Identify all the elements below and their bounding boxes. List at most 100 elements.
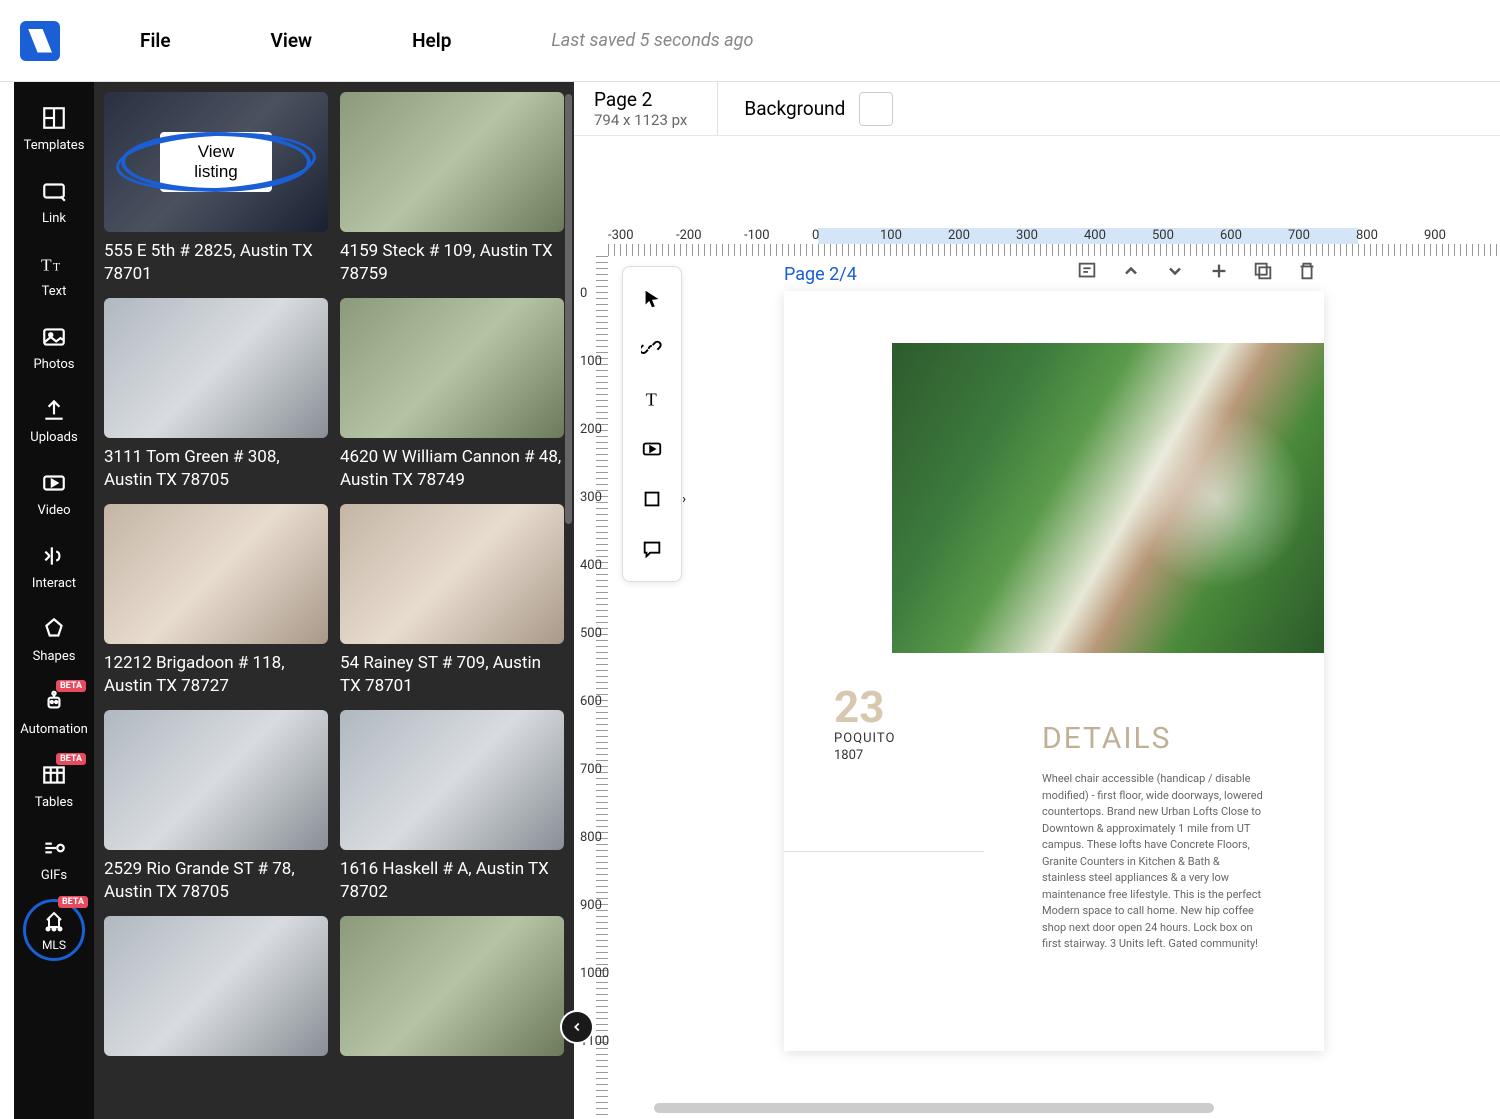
menu-view[interactable]: View: [271, 29, 313, 52]
ruler-label: 0: [580, 286, 587, 301]
details-heading[interactable]: DETAILS: [1042, 721, 1171, 756]
move-down-icon[interactable]: [1162, 258, 1188, 284]
menu-help[interactable]: Help: [412, 29, 451, 52]
page-indicator[interactable]: Page 2/4: [784, 264, 857, 285]
link-icon: [40, 177, 68, 205]
address-number[interactable]: 23: [834, 681, 885, 733]
page-toolbar: [1074, 258, 1320, 284]
chevron-right-icon: ›: [682, 492, 686, 507]
listing-address: 555 E 5th # 2825, Austin TX 78701: [104, 240, 328, 286]
listing-thumbnail[interactable]: [104, 710, 328, 850]
last-saved-label: Last saved 5 seconds ago: [551, 30, 753, 51]
rail-tables[interactable]: BETA Tables: [14, 749, 94, 822]
scrollbar[interactable]: [565, 94, 572, 524]
listing-thumbnail[interactable]: [340, 92, 564, 232]
rail-link[interactable]: Link: [14, 165, 94, 238]
ruler-label: 300: [1016, 228, 1038, 243]
listing-thumbnail[interactable]: [340, 298, 564, 438]
ruler-label: 200: [948, 228, 970, 243]
listing-card[interactable]: 1616 Haskell # A, Austin TX 78702: [340, 710, 564, 904]
rail-automation[interactable]: BETA Automation: [14, 676, 94, 749]
rail-text[interactable]: TT Text: [14, 238, 94, 311]
page-canvas[interactable]: 23 POQUITO 1807 DETAILS Wheel chair acce…: [784, 291, 1324, 1051]
svg-text:T: T: [53, 260, 61, 274]
listing-card[interactable]: [340, 916, 564, 1064]
listing-thumbnail[interactable]: View listing: [104, 92, 328, 232]
video-icon: [40, 469, 68, 497]
rail-gifs[interactable]: GIFs: [14, 822, 94, 895]
listing-card[interactable]: [104, 916, 328, 1064]
background-swatch[interactable]: [859, 92, 893, 126]
view-listing-button[interactable]: View listing: [160, 132, 272, 192]
address-unit[interactable]: 1807: [834, 748, 863, 763]
ruler-label: 500: [1152, 228, 1174, 243]
collapse-panel-button[interactable]: [560, 1010, 594, 1044]
menubar: File View Help Last saved 5 seconds ago: [0, 0, 1500, 82]
link-tool[interactable]: [630, 327, 674, 371]
listing-thumbnail[interactable]: [340, 504, 564, 644]
vertical-ruler: 010020030040050060070080090010001100: [580, 256, 608, 1119]
horizontal-ruler: -300-200-1000100200300400500600700800900: [608, 228, 1500, 256]
listing-address: 12212 Brigadoon # 118, Austin TX 78727: [104, 652, 328, 698]
photos-icon: [40, 323, 68, 351]
tables-icon: [40, 761, 68, 789]
ruler-label: 200: [580, 422, 602, 437]
notes-icon[interactable]: [1074, 258, 1100, 284]
rail-templates[interactable]: Templates: [14, 92, 94, 165]
address-street[interactable]: POQUITO: [834, 731, 895, 746]
upload-icon: [40, 396, 68, 424]
svg-text:T: T: [646, 389, 657, 409]
hero-image[interactable]: [892, 343, 1324, 653]
automation-icon: [40, 688, 68, 716]
rail-shapes[interactable]: Shapes: [14, 603, 94, 676]
listing-thumbnail[interactable]: [340, 710, 564, 850]
video-tool[interactable]: [630, 427, 674, 471]
rail-video[interactable]: Video: [14, 457, 94, 530]
duplicate-icon[interactable]: [1250, 258, 1276, 284]
background-label: Background: [744, 97, 845, 120]
listing-thumbnail[interactable]: [104, 504, 328, 644]
listing-address: 2529 Rio Grande ST # 78, Austin TX 78705: [104, 858, 328, 904]
listing-card[interactable]: 3111 Tom Green # 308, Austin TX 78705: [104, 298, 328, 492]
shape-tool[interactable]: ›: [630, 477, 674, 521]
listing-card[interactable]: 2529 Rio Grande ST # 78, Austin TX 78705: [104, 710, 328, 904]
beta-badge: BETA: [56, 753, 86, 765]
trash-icon[interactable]: [1294, 258, 1320, 284]
listing-thumbnail[interactable]: [340, 916, 564, 1056]
rail-uploads[interactable]: Uploads: [14, 384, 94, 457]
workspace: -300-200-1000100200300400500600700800900…: [574, 136, 1500, 1119]
page-header-bar: Page 2 794 x 1123 px Background: [574, 82, 1500, 136]
page-number-label: Page 2: [594, 88, 687, 111]
details-body[interactable]: Wheel chair accessible (handicap / disab…: [1042, 771, 1264, 953]
text-tool[interactable]: T: [630, 377, 674, 421]
listing-card[interactable]: View listing 555 E 5th # 2825, Austin TX …: [104, 92, 328, 286]
listing-card[interactable]: 4620 W William Cannon # 48, Austin TX 78…: [340, 298, 564, 492]
listing-thumbnail[interactable]: [104, 916, 328, 1056]
move-up-icon[interactable]: [1118, 258, 1144, 284]
gifs-icon: [40, 834, 68, 862]
rail-mls[interactable]: BETA MLS: [23, 899, 85, 961]
divider-line: [784, 851, 984, 852]
svg-text:T: T: [41, 256, 52, 275]
listing-card[interactable]: 54 Rainey ST # 709, Austin TX 78701: [340, 504, 564, 698]
rail-photos[interactable]: Photos: [14, 311, 94, 384]
ruler-label: 900: [1424, 228, 1446, 243]
ruler-label: -100: [744, 228, 770, 243]
beta-badge: BETA: [58, 896, 88, 908]
add-page-icon[interactable]: [1206, 258, 1232, 284]
horizontal-scrollbar[interactable]: [654, 1103, 1214, 1113]
interact-icon: [40, 542, 68, 570]
comment-tool[interactable]: [630, 527, 674, 571]
app-logo[interactable]: [20, 21, 60, 61]
select-tool[interactable]: [630, 277, 674, 321]
rail-interact[interactable]: Interact: [14, 530, 94, 603]
ruler-label: 300: [580, 490, 602, 505]
ruler-label: 700: [580, 762, 602, 777]
listing-card[interactable]: 4159 Steck # 109, Austin TX 78759: [340, 92, 564, 286]
listing-card[interactable]: 12212 Brigadoon # 118, Austin TX 78727: [104, 504, 328, 698]
menu-file[interactable]: File: [140, 29, 171, 52]
tool-palette: T ›: [622, 266, 682, 582]
ruler-label: 800: [580, 830, 602, 845]
text-icon: TT: [40, 250, 68, 278]
listing-thumbnail[interactable]: [104, 298, 328, 438]
